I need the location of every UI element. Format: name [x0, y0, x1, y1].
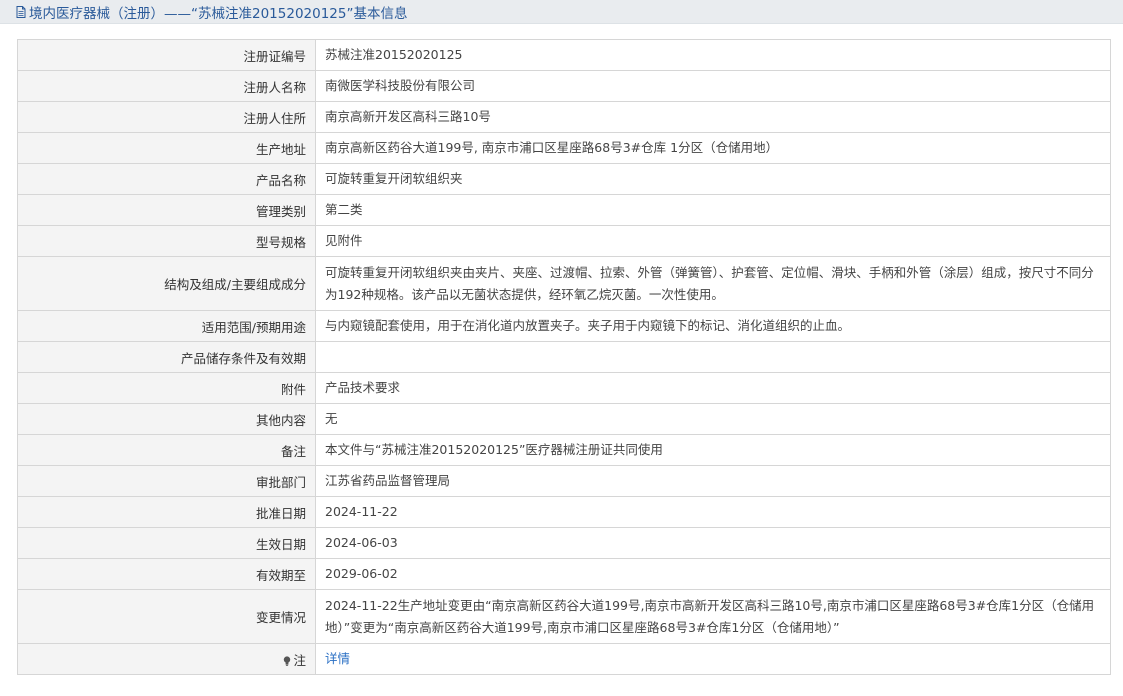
row-label: 其他内容 [17, 403, 316, 435]
table-row: 产品名称 可旋转重复开闭软组织夹 [17, 163, 1111, 195]
table-row: 管理类别 第二类 [17, 194, 1111, 226]
row-value: 2024-06-03 [315, 527, 1111, 559]
info-table: 注册证编号 苏械注准20152020125 注册人名称 南微医学科技股份有限公司… [17, 39, 1111, 675]
table-row: 变更情况 2024-11-22生产地址变更由“南京高新区药谷大道199号,南京市… [17, 589, 1111, 644]
row-label: 注册人住所 [17, 101, 316, 133]
row-label: 备注 [17, 434, 316, 466]
row-value: 可旋转重复开闭软组织夹 [315, 163, 1111, 195]
note-value-cell: 详情 [315, 643, 1111, 675]
table-row: 型号规格 见附件 [17, 225, 1111, 257]
row-label: 管理类别 [17, 194, 316, 226]
row-label: 型号规格 [17, 225, 316, 257]
row-value: 见附件 [315, 225, 1111, 257]
row-value: 本文件与“苏械注准20152020125”医疗器械注册证共同使用 [315, 434, 1111, 466]
table-row: 适用范围/预期用途 与内窥镜配套使用，用于在消化道内放置夹子。夹子用于内窥镜下的… [17, 310, 1111, 342]
row-value: 南微医学科技股份有限公司 [315, 70, 1111, 102]
table-row: 注册人名称 南微医学科技股份有限公司 [17, 70, 1111, 102]
lightbulb-icon [283, 654, 291, 666]
row-label: 产品名称 [17, 163, 316, 195]
row-label: 变更情况 [17, 589, 316, 644]
row-value: 无 [315, 403, 1111, 435]
table-row: 审批部门 江苏省药品监督管理局 [17, 465, 1111, 497]
page-title-bar: 境内医疗器械（注册）——“苏械注准20152020125”基本信息 [0, 0, 1123, 24]
row-label: 适用范围/预期用途 [17, 310, 316, 342]
row-value: 2024-11-22 [315, 496, 1111, 528]
row-value: 南京高新区药谷大道199号, 南京市浦口区星座路68号3#仓库 1分区（仓储用地… [315, 132, 1111, 164]
table-row: 生产地址 南京高新区药谷大道199号, 南京市浦口区星座路68号3#仓库 1分区… [17, 132, 1111, 164]
table-row: 其他内容 无 [17, 403, 1111, 435]
row-value: 第二类 [315, 194, 1111, 226]
row-label: 注册证编号 [17, 39, 316, 71]
table-row: 备注 本文件与“苏械注准20152020125”医疗器械注册证共同使用 [17, 434, 1111, 466]
row-value: 南京高新开发区高科三路10号 [315, 101, 1111, 133]
table-row: 注册人住所 南京高新开发区高科三路10号 [17, 101, 1111, 133]
row-value [315, 341, 1111, 373]
row-value: 2024-11-22生产地址变更由“南京高新区药谷大道199号,南京市高新开发区… [315, 589, 1111, 644]
row-value: 江苏省药品监督管理局 [315, 465, 1111, 497]
row-label: 审批部门 [17, 465, 316, 497]
row-label: 批准日期 [17, 496, 316, 528]
note-row: 注 详情 [17, 643, 1111, 675]
row-label: 生产地址 [17, 132, 316, 164]
table-row: 有效期至 2029-06-02 [17, 558, 1111, 590]
row-value: 苏械注准20152020125 [315, 39, 1111, 71]
row-label: 注册人名称 [17, 70, 316, 102]
table-row: 产品储存条件及有效期 [17, 341, 1111, 373]
note-label: 注 [293, 652, 306, 668]
page-title: 境内医疗器械（注册）——“苏械注准20152020125”基本信息 [29, 5, 408, 22]
table-row: 附件 产品技术要求 [17, 372, 1111, 404]
row-label: 生效日期 [17, 527, 316, 559]
row-value: 可旋转重复开闭软组织夹由夹片、夹座、过渡帽、拉索、外管（弹簧管）、护套管、定位帽… [315, 256, 1111, 311]
table-row: 结构及组成/主要组成成分 可旋转重复开闭软组织夹由夹片、夹座、过渡帽、拉索、外管… [17, 256, 1111, 311]
row-label: 产品储存条件及有效期 [17, 341, 316, 373]
row-label: 结构及组成/主要组成成分 [17, 256, 316, 311]
document-icon [16, 5, 26, 18]
info-table-container: 注册证编号 苏械注准20152020125 注册人名称 南微医学科技股份有限公司… [17, 39, 1111, 675]
row-label: 附件 [17, 372, 316, 404]
details-link[interactable]: 详情 [325, 651, 350, 666]
note-label-cell: 注 [17, 643, 316, 675]
table-row: 生效日期 2024-06-03 [17, 527, 1111, 559]
row-label: 有效期至 [17, 558, 316, 590]
row-value: 2029-06-02 [315, 558, 1111, 590]
row-value: 与内窥镜配套使用，用于在消化道内放置夹子。夹子用于内窥镜下的标记、消化道组织的止… [315, 310, 1111, 342]
table-row: 批准日期 2024-11-22 [17, 496, 1111, 528]
row-value: 产品技术要求 [315, 372, 1111, 404]
table-row: 注册证编号 苏械注准20152020125 [17, 39, 1111, 71]
